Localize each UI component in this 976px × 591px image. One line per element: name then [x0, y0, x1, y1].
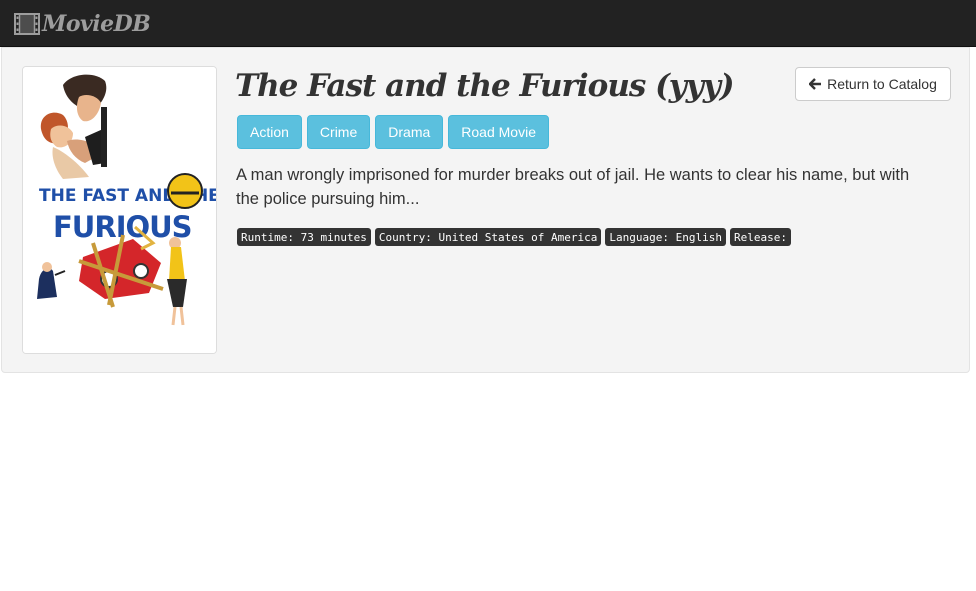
genre-button-crime[interactable]: Crime: [306, 115, 371, 149]
brand-link[interactable]: MovieDB: [14, 10, 151, 38]
movie-poster: THE FAST AND THE FURIOUS: [22, 66, 217, 354]
genre-button-road-movie[interactable]: Road Movie: [448, 115, 549, 149]
genre-button-action[interactable]: Action: [237, 115, 302, 149]
arrow-left-icon: [809, 78, 822, 90]
genre-button-drama[interactable]: Drama: [375, 115, 444, 149]
return-to-catalog-label: Return to Catalog: [827, 76, 937, 92]
genre-list: Action Crime Drama Road Movie: [237, 115, 549, 149]
release-tag: Release:: [729, 228, 791, 246]
language-tag: Language: English: [605, 228, 726, 246]
movie-meta-tags: Runtime: 73 minutes Country: United Stat…: [237, 228, 791, 246]
movie-description: A man wrongly imprisoned for murder brea…: [236, 166, 910, 208]
movie-detail-panel: THE FAST AND THE FURIOUS The Fast and th…: [1, 47, 970, 373]
movie-title: The Fast and the Furious (yyy): [235, 68, 734, 104]
country-tag: Country: United States of America: [374, 228, 602, 246]
runtime-tag: Runtime: 73 minutes: [237, 228, 371, 246]
navbar: MovieDB: [0, 0, 976, 47]
film-icon: [14, 12, 40, 36]
return-to-catalog-button[interactable]: Return to Catalog: [795, 67, 951, 101]
brand-name: MovieDB: [42, 11, 151, 37]
